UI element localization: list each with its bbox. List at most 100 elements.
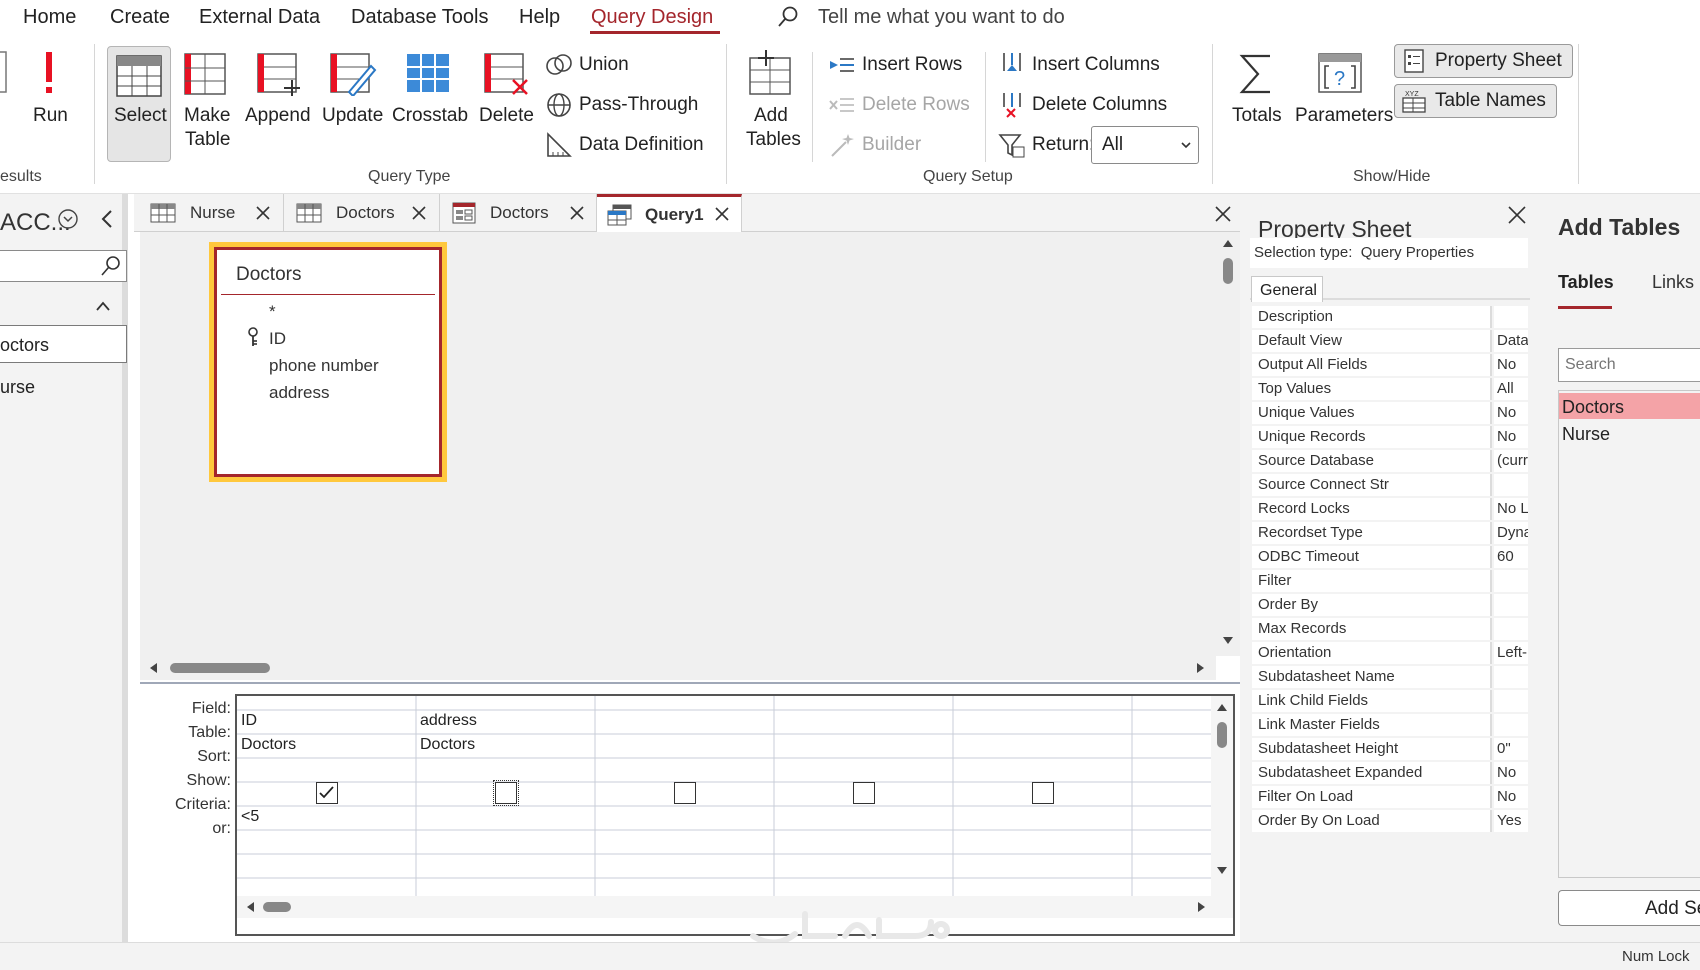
property-row[interactable]: Filter On Load No bbox=[1252, 786, 1528, 810]
scroll-thumb[interactable] bbox=[263, 902, 291, 912]
property-value[interactable] bbox=[1494, 570, 1528, 592]
property-value[interactable] bbox=[1494, 474, 1528, 496]
tab-links[interactable]: Links bbox=[1652, 272, 1694, 293]
property-value[interactable]: Left- bbox=[1494, 642, 1528, 664]
insert-rows-button[interactable]: Insert Rows bbox=[828, 48, 962, 82]
property-row[interactable]: Source Database (curr bbox=[1252, 450, 1528, 474]
grid-cell-table[interactable]: Doctors bbox=[241, 736, 296, 754]
tab-general[interactable]: General bbox=[1251, 276, 1323, 302]
property-value[interactable] bbox=[1494, 666, 1528, 688]
property-value[interactable]: Yes bbox=[1494, 810, 1528, 832]
property-value[interactable]: No L bbox=[1494, 498, 1528, 520]
view-icon[interactable] bbox=[0, 50, 8, 96]
property-row[interactable]: Record Locks No L bbox=[1252, 498, 1528, 522]
grid-cell-criteria[interactable]: <5 bbox=[241, 808, 259, 826]
scroll-up-arrow-icon[interactable] bbox=[1222, 238, 1234, 248]
design-horizontal-scrollbar[interactable] bbox=[140, 656, 1216, 680]
property-value[interactable] bbox=[1494, 594, 1528, 616]
property-value[interactable]: Data bbox=[1494, 330, 1528, 352]
property-value[interactable]: No bbox=[1494, 354, 1528, 376]
nav-search-input[interactable] bbox=[0, 250, 127, 282]
property-value[interactable]: All bbox=[1494, 378, 1528, 400]
property-value[interactable]: No bbox=[1494, 762, 1528, 784]
run-icon[interactable] bbox=[40, 50, 58, 96]
close-icon[interactable] bbox=[715, 207, 729, 221]
property-value[interactable] bbox=[1494, 690, 1528, 712]
property-row[interactable]: Source Connect Str bbox=[1252, 474, 1528, 498]
property-row[interactable]: Description bbox=[1252, 306, 1528, 330]
union-button[interactable]: Union bbox=[545, 48, 629, 82]
append-icon[interactable] bbox=[254, 50, 304, 96]
property-value[interactable] bbox=[1494, 618, 1528, 640]
nav-dropdown-icon[interactable] bbox=[57, 208, 79, 230]
tell-me-input[interactable]: Tell me what you want to do bbox=[818, 6, 1065, 29]
property-row[interactable]: Link Master Fields bbox=[1252, 714, 1528, 738]
table-search-input[interactable] bbox=[1558, 348, 1700, 382]
scroll-down-arrow-icon[interactable] bbox=[1216, 866, 1228, 876]
close-document-icon[interactable] bbox=[1215, 206, 1231, 222]
field-item-address[interactable]: address bbox=[269, 383, 329, 403]
totals-button[interactable]: Totals bbox=[1232, 104, 1282, 128]
close-icon[interactable] bbox=[570, 206, 584, 220]
menu-help[interactable]: Help bbox=[519, 6, 560, 29]
property-value[interactable]: No bbox=[1494, 402, 1528, 424]
property-value[interactable] bbox=[1494, 714, 1528, 736]
menu-query-design[interactable]: Query Design bbox=[591, 6, 713, 29]
show-checkbox[interactable] bbox=[1032, 782, 1054, 804]
property-row[interactable]: Recordset Type Dyna bbox=[1252, 522, 1528, 546]
crosstab-button[interactable]: Crosstab bbox=[392, 104, 468, 128]
property-value[interactable] bbox=[1494, 306, 1528, 328]
grid-horizontal-scrollbar[interactable] bbox=[237, 896, 1233, 918]
property-row[interactable]: Unique Records No bbox=[1252, 426, 1528, 450]
crosstab-icon[interactable] bbox=[405, 52, 451, 94]
scroll-left-arrow-icon[interactable] bbox=[148, 662, 158, 674]
tab-nurse[interactable]: Nurse bbox=[134, 194, 284, 232]
table-names-toggle[interactable]: XYZ Table Names bbox=[1394, 84, 1557, 118]
property-sheet-toggle[interactable]: Property Sheet bbox=[1394, 44, 1573, 78]
totals-sigma-icon[interactable] bbox=[1236, 50, 1276, 96]
pass-through-button[interactable]: Pass-Through bbox=[545, 88, 698, 122]
close-icon[interactable] bbox=[1508, 206, 1526, 224]
nav-item-nurse[interactable]: urse bbox=[0, 368, 127, 404]
tab-doctors-table[interactable]: Doctors bbox=[284, 194, 440, 232]
delete-query-button[interactable]: Delete bbox=[479, 104, 534, 128]
grid-cell-table[interactable]: Doctors bbox=[420, 736, 475, 754]
add-tables-label-2[interactable]: Tables bbox=[746, 128, 801, 152]
show-checkbox-checked[interactable] bbox=[316, 782, 338, 804]
delete-query-icon[interactable] bbox=[481, 50, 531, 96]
grid-cell-field[interactable]: address bbox=[420, 712, 477, 730]
add-tables-label-1[interactable]: Add bbox=[754, 104, 788, 128]
make-table-label-2[interactable]: Table bbox=[185, 128, 230, 152]
field-list-doctors[interactable]: Doctors * ID phone number address bbox=[209, 242, 447, 482]
show-checkbox[interactable] bbox=[674, 782, 696, 804]
property-row[interactable]: Default View Data bbox=[1252, 330, 1528, 354]
menu-database-tools[interactable]: Database Tools bbox=[351, 6, 489, 29]
property-row[interactable]: Link Child Fields bbox=[1252, 690, 1528, 714]
update-button[interactable]: Update bbox=[322, 104, 383, 128]
scroll-thumb[interactable] bbox=[1223, 258, 1233, 284]
property-row[interactable]: Unique Values No bbox=[1252, 402, 1528, 426]
property-row[interactable]: Max Records bbox=[1252, 618, 1528, 642]
property-value[interactable]: (curr bbox=[1494, 450, 1528, 472]
builder-button[interactable]: Builder bbox=[828, 128, 921, 162]
run-button[interactable]: Run bbox=[33, 104, 68, 128]
scroll-thumb[interactable] bbox=[1217, 722, 1227, 748]
chevron-up-icon[interactable] bbox=[95, 300, 111, 312]
property-row[interactable]: Orientation Left- bbox=[1252, 642, 1528, 666]
property-value[interactable]: 0" bbox=[1494, 738, 1528, 760]
show-checkbox[interactable] bbox=[493, 780, 519, 806]
show-checkbox[interactable] bbox=[853, 782, 875, 804]
grid-vertical-scrollbar[interactable] bbox=[1211, 696, 1233, 896]
parameters-button[interactable]: Parameters bbox=[1295, 104, 1393, 128]
tab-doctors-form[interactable]: Doctors bbox=[440, 194, 597, 232]
update-icon[interactable] bbox=[327, 50, 377, 96]
property-value[interactable]: No bbox=[1494, 426, 1528, 448]
close-icon[interactable] bbox=[256, 206, 270, 220]
tab-query1[interactable]: Query1 bbox=[597, 194, 742, 232]
data-definition-button[interactable]: Data Definition bbox=[545, 128, 704, 162]
property-row[interactable]: Order By bbox=[1252, 594, 1528, 618]
scroll-right-arrow-icon[interactable] bbox=[1196, 662, 1206, 674]
table-list-item-nurse[interactable]: Nurse bbox=[1559, 421, 1700, 447]
delete-rows-button[interactable]: Delete Rows bbox=[828, 88, 970, 122]
property-row[interactable]: Subdatasheet Height 0" bbox=[1252, 738, 1528, 762]
